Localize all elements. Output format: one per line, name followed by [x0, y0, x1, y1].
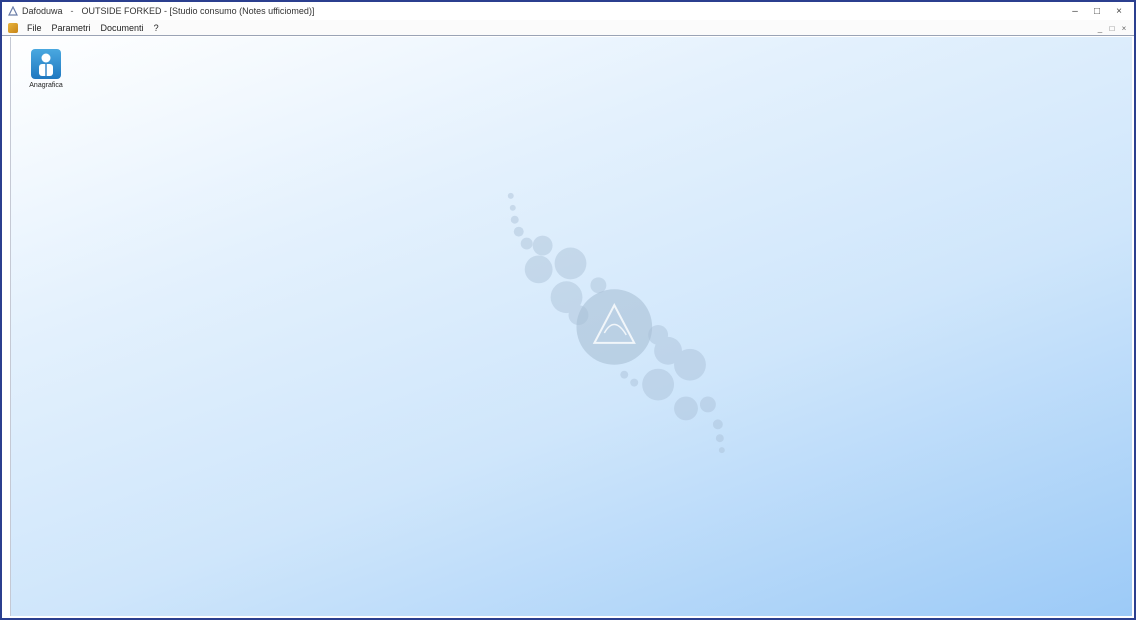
watermark-dot: [674, 348, 706, 381]
minimize-button[interactable]: –: [1064, 2, 1086, 20]
watermark-dot: [510, 215, 519, 224]
app-window: Dafoduwa - OUTSIDE FORKED - [Studio cons…: [0, 0, 1136, 620]
window-controls: – □ ×: [1064, 2, 1130, 20]
workspace: Anagrafica: [10, 37, 1132, 616]
watermark-dot: [718, 447, 725, 454]
close-button[interactable]: ×: [1108, 2, 1130, 20]
watermark-dot: [524, 255, 553, 284]
watermark-dot: [532, 235, 553, 256]
app-logo-icon: [8, 6, 18, 16]
watermark-dot: [699, 396, 716, 413]
app-name: Dafoduwa: [22, 6, 63, 16]
watermark-dot: [509, 204, 516, 211]
menu-help[interactable]: ?: [149, 23, 164, 33]
watermark-dot: [642, 368, 675, 401]
watermark-dot: [620, 370, 629, 379]
watermark-logo: [507, 192, 725, 454]
menu-bar: File Parametri Documenti ? _ □ ×: [2, 20, 1134, 36]
menu-file[interactable]: File: [22, 23, 47, 33]
mdi-controls: _ □ ×: [1094, 20, 1130, 36]
title-bar[interactable]: Dafoduwa - OUTSIDE FORKED - [Studio cons…: [2, 2, 1134, 20]
maximize-button[interactable]: □: [1086, 2, 1108, 20]
mdi-close-button[interactable]: ×: [1118, 24, 1130, 33]
window-title: OUTSIDE FORKED - [Studio consumo (Notes …: [81, 6, 315, 16]
watermark-dot: [630, 378, 639, 387]
mdi-minimize-button[interactable]: _: [1094, 24, 1106, 33]
watermark-dot: [712, 419, 723, 430]
menu-parametri[interactable]: Parametri: [47, 23, 96, 33]
document-icon[interactable]: [8, 22, 18, 33]
watermark-dot: [674, 396, 698, 421]
title-separator: -: [70, 6, 74, 16]
watermark-dot: [554, 247, 587, 280]
menu-documenti[interactable]: Documenti: [96, 23, 149, 33]
mdi-restore-button[interactable]: □: [1106, 24, 1118, 33]
watermark-dot: [520, 237, 533, 250]
watermark-dot: [715, 434, 724, 443]
watermark-dot: [513, 226, 524, 237]
watermark-dot: [507, 192, 514, 199]
